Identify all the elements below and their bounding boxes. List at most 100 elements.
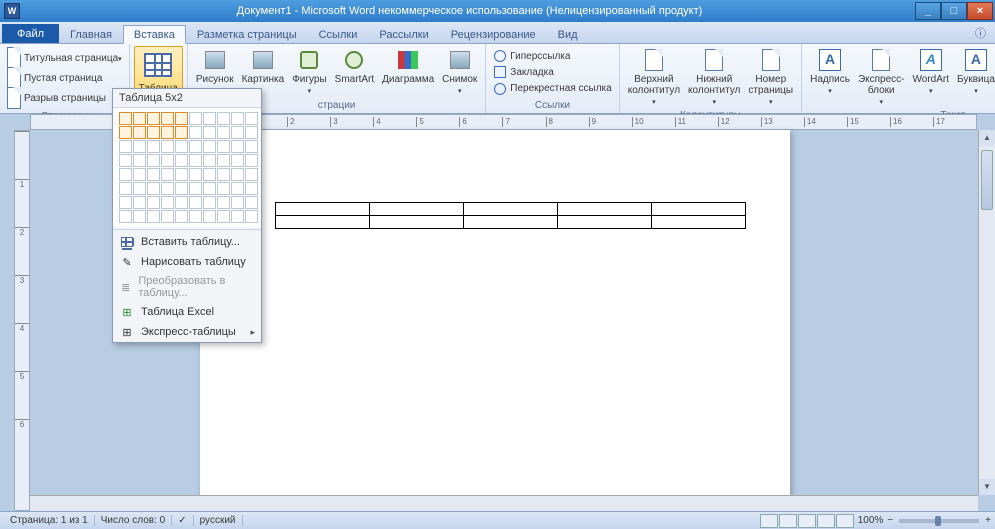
pagenum-button[interactable]: Номер страницы [744,46,797,109]
table-grid-picker[interactable] [113,108,261,227]
scrollbar-vertical[interactable]: ▲ ▼ [978,130,995,495]
grid-cell[interactable] [217,112,230,125]
grid-cell[interactable] [175,140,188,153]
grid-cell[interactable] [119,168,132,181]
grid-cell[interactable] [147,168,160,181]
grid-cell[interactable] [231,196,244,209]
picture-button[interactable]: Рисунок [192,46,238,87]
grid-cell[interactable] [231,182,244,195]
grid-cell[interactable] [231,210,244,223]
tab-insert[interactable]: Вставка [123,25,186,44]
grid-cell[interactable] [147,154,160,167]
grid-cell[interactable] [175,154,188,167]
grid-cell[interactable] [189,210,202,223]
grid-cell[interactable] [203,126,216,139]
grid-cell[interactable] [189,182,202,195]
footer-button[interactable]: Нижний колонтитул [684,46,744,109]
crossref-button[interactable]: Перекрестная ссылка [490,81,614,97]
status-language[interactable]: русский [194,515,243,526]
view-draft-icon[interactable] [836,514,854,528]
shapes-button[interactable]: Фигуры [288,46,330,98]
grid-cell[interactable] [175,126,188,139]
grid-cell[interactable] [217,210,230,223]
view-web-icon[interactable] [798,514,816,528]
grid-cell[interactable] [119,140,132,153]
blank-page-button[interactable]: Пустая страница [4,68,105,88]
zoom-in-button[interactable]: + [985,515,991,526]
grid-cell[interactable] [245,126,258,139]
grid-cell[interactable] [245,140,258,153]
grid-cell[interactable] [217,140,230,153]
header-button[interactable]: Верхний колонтитул [624,46,684,109]
grid-cell[interactable] [189,168,202,181]
status-proofing[interactable]: ✓ [172,515,193,526]
document-page[interactable] [200,130,790,510]
help-button[interactable]: ⓘ [972,23,989,43]
tab-review[interactable]: Рецензирование [440,25,547,43]
close-button[interactable]: × [967,2,993,20]
grid-cell[interactable] [217,126,230,139]
grid-cell[interactable] [147,196,160,209]
grid-cell[interactable] [245,182,258,195]
grid-cell[interactable] [203,140,216,153]
tab-mailings[interactable]: Рассылки [368,25,439,43]
smartart-button[interactable]: SmartArt [331,46,378,87]
grid-cell[interactable] [133,182,146,195]
grid-cell[interactable] [161,210,174,223]
tab-view[interactable]: Вид [547,25,589,43]
grid-cell[interactable] [245,168,258,181]
grid-cell[interactable] [245,112,258,125]
grid-cell[interactable] [133,154,146,167]
grid-cell[interactable] [161,112,174,125]
grid-cell[interactable] [175,182,188,195]
grid-cell[interactable] [203,112,216,125]
grid-cell[interactable] [231,112,244,125]
grid-cell[interactable] [119,196,132,209]
hyperlink-button[interactable]: Гиперссылка [490,48,573,64]
grid-cell[interactable] [203,168,216,181]
grid-cell[interactable] [217,182,230,195]
grid-cell[interactable] [189,154,202,167]
zoom-out-button[interactable]: − [887,515,893,526]
grid-cell[interactable] [245,210,258,223]
grid-cell[interactable] [161,140,174,153]
grid-cell[interactable] [133,210,146,223]
grid-cell[interactable] [231,126,244,139]
page-break-button[interactable]: Разрыв страницы [4,88,109,108]
clipart-button[interactable]: Картинка [238,46,289,87]
view-fullscreen-icon[interactable] [779,514,797,528]
grid-cell[interactable] [189,126,202,139]
grid-cell[interactable] [119,126,132,139]
wordart-button[interactable]: AWordArt [909,46,954,98]
dropcap-button[interactable]: AБуквица [953,46,995,98]
grid-cell[interactable] [203,210,216,223]
grid-cell[interactable] [203,182,216,195]
tab-file[interactable]: Файл [2,24,59,43]
grid-cell[interactable] [133,140,146,153]
grid-cell[interactable] [161,126,174,139]
view-print-layout-icon[interactable] [760,514,778,528]
grid-cell[interactable] [217,196,230,209]
grid-cell[interactable] [231,140,244,153]
grid-cell[interactable] [175,168,188,181]
grid-cell[interactable] [133,126,146,139]
chart-button[interactable]: Диаграмма [378,46,438,87]
quick-tables-menu[interactable]: ⊞Экспресс-таблицы▸ [113,322,261,342]
grid-cell[interactable] [119,182,132,195]
textbox-button[interactable]: AНадпись [806,46,854,98]
tab-home[interactable]: Главная [59,25,123,43]
grid-cell[interactable] [231,168,244,181]
grid-cell[interactable] [119,210,132,223]
grid-cell[interactable] [133,112,146,125]
grid-cell[interactable] [189,196,202,209]
grid-cell[interactable] [147,182,160,195]
grid-cell[interactable] [175,210,188,223]
status-wordcount[interactable]: Число слов: 0 [95,515,172,526]
grid-cell[interactable] [161,196,174,209]
screenshot-button[interactable]: Снимок [438,46,481,98]
draw-table-menu[interactable]: ✎Нарисовать таблицу [113,252,261,272]
grid-cell[interactable] [203,196,216,209]
grid-cell[interactable] [231,154,244,167]
grid-cell[interactable] [245,196,258,209]
view-outline-icon[interactable] [817,514,835,528]
